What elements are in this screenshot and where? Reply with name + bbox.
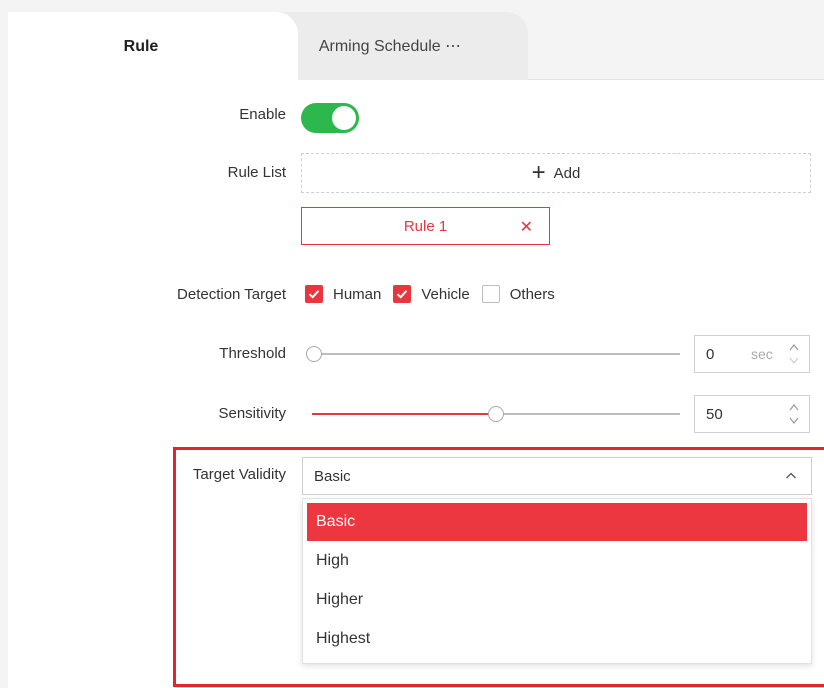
threshold-slider[interactable] — [304, 346, 680, 362]
others-checkbox-label[interactable]: Others — [510, 286, 555, 303]
tab-rule[interactable]: Rule — [8, 12, 298, 81]
sensitivity-input[interactable]: 50 — [694, 395, 810, 433]
vehicle-checkbox[interactable] — [393, 285, 412, 303]
threshold-slider-track — [314, 353, 680, 355]
rule-list-label: Rule List — [227, 164, 286, 181]
check-icon — [308, 290, 320, 299]
rule-item-rule-1[interactable]: Rule 1 ✕ — [301, 207, 550, 245]
close-icon[interactable]: ✕ — [520, 217, 533, 237]
tab-arming-schedule[interactable]: Arming Schedule ⋯ — [258, 12, 528, 80]
spinner-arrows-icon[interactable] — [787, 400, 801, 428]
threshold-label: Threshold — [219, 345, 286, 362]
target-validity-option-higher[interactable]: Higher — [307, 581, 807, 619]
add-rule-label: Add — [553, 164, 581, 182]
human-checkbox[interactable] — [305, 285, 323, 303]
sensitivity-value: 50 — [706, 406, 723, 423]
threshold-input[interactable]: 0 sec — [694, 335, 810, 373]
target-validity-option-highest[interactable]: Highest — [307, 620, 807, 658]
tab-arming-schedule-label: Arming Schedule ⋯ — [318, 38, 462, 55]
vehicle-checkbox-label[interactable]: Vehicle — [421, 286, 469, 303]
add-rule-button[interactable]: + Add — [301, 153, 811, 193]
sensitivity-slider[interactable] — [312, 406, 680, 422]
detection-target-group: Human Vehicle Others — [305, 285, 567, 303]
chevron-up-icon — [785, 469, 797, 487]
tab-bar: Arming Schedule ⋯ Rule — [8, 8, 824, 81]
plus-icon: + — [531, 159, 546, 186]
threshold-value: 0 — [706, 346, 715, 363]
target-validity-select[interactable]: Basic — [302, 457, 812, 495]
threshold-slider-thumb[interactable] — [306, 346, 322, 362]
check-icon — [397, 290, 408, 299]
toggle-knob — [332, 106, 356, 130]
enable-toggle[interactable] — [301, 103, 359, 133]
rule-item-label: Rule 1 — [403, 217, 448, 235]
target-validity-label: Target Validity — [192, 466, 286, 483]
rule-panel: Arming Schedule ⋯ Rule Enable Rule List … — [8, 8, 824, 688]
human-checkbox-label[interactable]: Human — [333, 286, 381, 303]
threshold-unit: sec — [751, 346, 773, 362]
sensitivity-slider-thumb[interactable] — [488, 406, 504, 422]
others-checkbox[interactable] — [481, 285, 500, 303]
enable-label: Enable — [239, 106, 286, 123]
tab-rule-label: Rule — [123, 37, 159, 55]
target-validity-value: Basic — [314, 468, 351, 485]
detection-target-label: Detection Target — [177, 286, 286, 303]
target-validity-option-basic[interactable]: Basic — [307, 503, 807, 541]
target-validity-option-high[interactable]: High — [307, 542, 807, 580]
spinner-arrows-icon[interactable] — [787, 340, 801, 368]
sensitivity-label: Sensitivity — [218, 405, 286, 422]
target-validity-dropdown: Basic High Higher Highest — [302, 498, 812, 664]
sensitivity-slider-fill — [312, 413, 492, 415]
